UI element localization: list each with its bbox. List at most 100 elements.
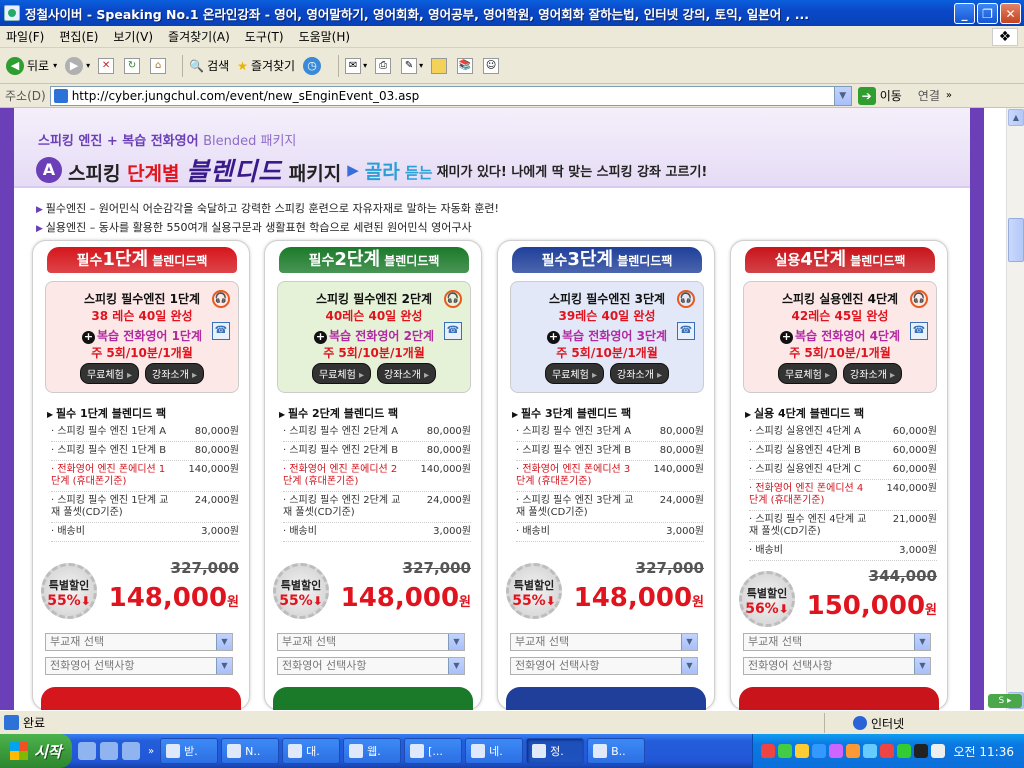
phone-english-title: + 복습 전화영어 1단계 bbox=[81, 329, 203, 344]
item-price: 80,000원 bbox=[426, 445, 471, 456]
engine-title: 스피킹 실용엔진 4단계 bbox=[781, 292, 899, 306]
page-toggle-icon[interactable]: S ▸ bbox=[988, 694, 1022, 708]
item-name: 스피킹 필수 엔진 3단계 B bbox=[516, 445, 631, 457]
supplement-select[interactable]: 부교재 선택 ▼ bbox=[510, 633, 698, 651]
taskbar-task[interactable]: N.. bbox=[221, 738, 280, 764]
close-button[interactable]: ✕ bbox=[1000, 3, 1021, 24]
taskbar-task[interactable]: 대. bbox=[282, 738, 341, 764]
go-button[interactable]: ➔ 이동 bbox=[857, 86, 902, 105]
tray-app-icon[interactable] bbox=[897, 744, 911, 758]
edit-icon[interactable]: ✎ bbox=[401, 57, 418, 74]
tray-app-icon[interactable] bbox=[931, 744, 945, 758]
links-label[interactable]: 연결 bbox=[918, 87, 940, 104]
item-price: 60,000원 bbox=[892, 426, 937, 437]
address-input[interactable]: http://cyber.jungchul.com/event/new_sEng… bbox=[49, 85, 852, 106]
course-intro-button[interactable]: 강좌소개 bbox=[610, 363, 670, 384]
supplement-select[interactable]: 부교재 선택 ▼ bbox=[45, 633, 233, 651]
tray-app-icon[interactable] bbox=[795, 744, 809, 758]
engine-title: 스피킹 필수엔진 2단계 bbox=[315, 292, 433, 306]
phone-option-select[interactable]: 전화영어 선택사항 ▼ bbox=[277, 657, 465, 675]
phone-option-select[interactable]: 전화영어 선택사항 ▼ bbox=[743, 657, 931, 675]
taskbar-task[interactable]: B.. bbox=[587, 738, 646, 764]
taskbar-task[interactable]: [... bbox=[404, 738, 463, 764]
tray-app-icon[interactable] bbox=[761, 744, 775, 758]
home-icon[interactable]: ⌂ bbox=[150, 57, 167, 74]
quicklaunch-overflow-icon[interactable]: » bbox=[148, 746, 154, 757]
menu-edit[interactable]: 편집(E) bbox=[59, 28, 98, 45]
item-name: 스피킹 필수 엔진 1단계 교재 풀셋(CD기준) bbox=[51, 495, 171, 519]
item-name: 스피킹 실용엔진 4단계 C bbox=[749, 464, 861, 476]
tray-app-icon[interactable] bbox=[829, 744, 843, 758]
item-price: 24,000원 bbox=[659, 495, 704, 506]
task-app-icon bbox=[532, 744, 547, 758]
start-button[interactable]: 시작 bbox=[0, 734, 72, 768]
buy-button[interactable] bbox=[273, 687, 473, 710]
task-app-icon bbox=[288, 744, 303, 758]
mail-icon[interactable]: ✉ bbox=[345, 57, 362, 74]
free-trial-button[interactable]: 무료체험 bbox=[777, 363, 837, 384]
back-button[interactable]: ◀ 뒤로 ▾ bbox=[6, 56, 57, 75]
task-app-icon bbox=[166, 744, 181, 758]
print-icon[interactable]: ⎙ bbox=[375, 57, 392, 74]
item-price: 60,000원 bbox=[892, 445, 937, 456]
menu-favorites[interactable]: 즐겨찾기(A) bbox=[168, 28, 230, 45]
clock[interactable]: 오전 11:36 bbox=[954, 743, 1014, 760]
notes-icon[interactable] bbox=[431, 57, 448, 74]
quicklaunch-app-icon[interactable] bbox=[78, 742, 96, 760]
quicklaunch-ie-icon[interactable] bbox=[100, 742, 118, 760]
vertical-scrollbar[interactable]: ▲ ▼ bbox=[1006, 108, 1024, 710]
buy-button[interactable] bbox=[41, 687, 241, 710]
free-trial-button[interactable]: 무료체험 bbox=[311, 363, 371, 384]
window-titlebar[interactable]: 정철사이버 - Speaking No.1 온라인강좌 - 영어, 영어말하기,… bbox=[0, 0, 1024, 26]
phone-option-select[interactable]: 전화영어 선택사항 ▼ bbox=[45, 657, 233, 675]
favorites-button[interactable]: ★ 즐겨찾기 bbox=[237, 57, 295, 74]
scroll-up-icon[interactable]: ▲ bbox=[1008, 109, 1024, 126]
forward-button[interactable]: ▶ ▾ bbox=[65, 56, 90, 75]
list-item: 전화영어 엔진 폰에디션 2단계 (휴대폰기준) 140,000원 bbox=[283, 461, 471, 492]
menu-view[interactable]: 보기(V) bbox=[113, 28, 153, 45]
scroll-thumb[interactable] bbox=[1008, 218, 1024, 262]
maximize-button[interactable]: ❐ bbox=[977, 3, 998, 24]
search-button[interactable]: 🔍 검색 bbox=[189, 57, 229, 74]
taskbar-task[interactable]: 정. bbox=[526, 738, 585, 764]
tray-app-icon[interactable] bbox=[846, 744, 860, 758]
tray-app-icon[interactable] bbox=[914, 744, 928, 758]
tray-app-icon[interactable] bbox=[863, 744, 877, 758]
package-contents-title: 필수 2단계 블렌디드 팩 bbox=[279, 405, 398, 421]
zone-label: 인터넷 bbox=[871, 716, 905, 731]
supplement-select[interactable]: 부교재 선택 ▼ bbox=[277, 633, 465, 651]
tray-app-icon[interactable] bbox=[880, 744, 894, 758]
course-intro-button[interactable]: 강좌소개 bbox=[145, 363, 205, 384]
quicklaunch-app2-icon[interactable] bbox=[122, 742, 140, 760]
taskbar-task[interactable]: 네. bbox=[465, 738, 524, 764]
task-app-icon bbox=[471, 744, 486, 758]
course-intro-button[interactable]: 강좌소개 bbox=[843, 363, 903, 384]
free-trial-button[interactable]: 무료체험 bbox=[79, 363, 139, 384]
buy-button[interactable] bbox=[506, 687, 706, 710]
address-dropdown-icon[interactable]: ▼ bbox=[833, 86, 851, 105]
history-icon[interactable]: ◷ bbox=[303, 56, 322, 75]
price-block: 특별할인 56% 344,000 150,000원 bbox=[739, 563, 945, 633]
supplement-select[interactable]: 부교재 선택 ▼ bbox=[743, 633, 931, 651]
tray-app-icon[interactable] bbox=[812, 744, 826, 758]
free-trial-button[interactable]: 무료체험 bbox=[544, 363, 604, 384]
menu-file[interactable]: 파일(F) bbox=[6, 28, 44, 45]
buy-button[interactable] bbox=[739, 687, 939, 710]
research-icon[interactable]: 📚 bbox=[457, 57, 474, 74]
status-bar: 완료 인터넷 bbox=[0, 710, 1024, 734]
address-label: 주소(D) bbox=[5, 89, 46, 103]
menu-help[interactable]: 도움말(H) bbox=[299, 28, 351, 45]
course-intro-button[interactable]: 강좌소개 bbox=[377, 363, 437, 384]
refresh-icon[interactable]: ↻ bbox=[124, 57, 141, 74]
phone-option-select[interactable]: 전화영어 선택사항 ▼ bbox=[510, 657, 698, 675]
page-done-icon bbox=[4, 715, 19, 730]
phone-english-title: + 복습 전화영어 3단계 bbox=[546, 329, 668, 344]
minimize-button[interactable]: _ bbox=[954, 3, 975, 24]
menu-tools[interactable]: 도구(T) bbox=[245, 28, 284, 45]
messenger-icon[interactable]: ☺ bbox=[483, 57, 500, 74]
stop-icon[interactable]: ✕ bbox=[98, 57, 115, 74]
taskbar-task[interactable]: 웹. bbox=[343, 738, 402, 764]
chevron-icon[interactable]: » bbox=[946, 90, 952, 101]
taskbar-task[interactable]: 받. bbox=[160, 738, 219, 764]
tray-app-icon[interactable] bbox=[778, 744, 792, 758]
